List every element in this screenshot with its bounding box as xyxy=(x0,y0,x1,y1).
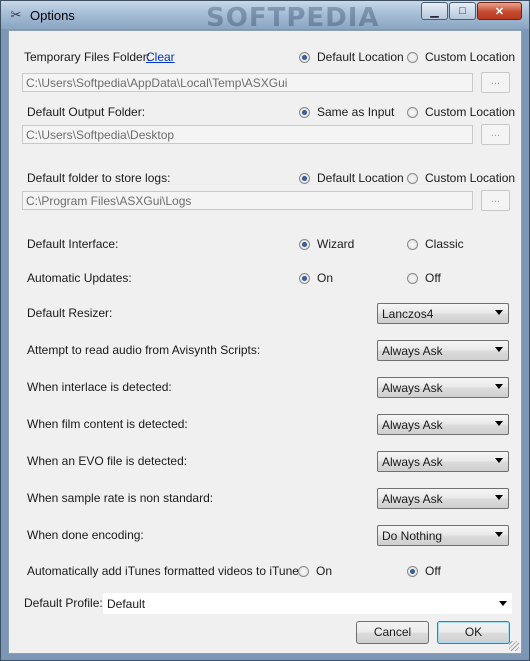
interlace-label: When interlace is detected: xyxy=(27,380,172,394)
film-select[interactable]: Always Ask xyxy=(377,414,509,435)
logs-browse-button[interactable]: ... xyxy=(481,190,510,211)
audio-label: Attempt to read audio from Avisynth Scri… xyxy=(27,343,261,357)
logs-custom-radio[interactable]: Custom Location xyxy=(407,171,515,185)
temp-custom-label: Custom Location xyxy=(425,50,516,64)
minimize-button[interactable]: ▁ xyxy=(421,2,448,20)
itunes-off-radio[interactable]: Off xyxy=(407,564,441,578)
chevron-down-icon xyxy=(495,458,503,463)
itunes-on-radio[interactable]: On xyxy=(298,564,332,578)
app-icon: ✂ xyxy=(10,7,22,22)
output-same-label: Same as Input xyxy=(317,105,395,119)
resizer-value: Lanczos4 xyxy=(382,307,434,321)
interface-wizard-radio[interactable]: Wizard xyxy=(299,237,354,251)
output-same-radio[interactable]: Same as Input xyxy=(299,105,394,119)
chevron-down-icon xyxy=(495,310,503,315)
audio-select[interactable]: Always Ask xyxy=(377,340,509,361)
radio-selected-icon xyxy=(299,51,310,63)
interlace-select[interactable]: Always Ask xyxy=(377,377,509,398)
radio-unselected-icon xyxy=(407,106,418,118)
updates-on-radio[interactable]: On xyxy=(299,271,333,285)
evo-select[interactable]: Always Ask xyxy=(377,451,509,472)
cancel-button[interactable]: Cancel xyxy=(356,621,429,644)
film-value: Always Ask xyxy=(382,418,443,432)
maximize-icon: □ xyxy=(459,5,466,17)
output-browse-button[interactable]: ... xyxy=(481,124,510,145)
chevron-down-icon xyxy=(495,384,503,389)
interface-classic-label: Classic xyxy=(425,237,464,251)
ok-button[interactable]: OK xyxy=(437,621,510,644)
done-value: Do Nothing xyxy=(382,529,443,543)
radio-selected-icon xyxy=(299,238,310,250)
radio-unselected-icon xyxy=(407,272,418,284)
itunes-off-label: Off xyxy=(425,564,441,578)
temp-browse-button[interactable]: ... xyxy=(481,72,510,93)
samplerate-select[interactable]: Always Ask xyxy=(377,488,509,509)
output-path-field[interactable]: C:\Users\Softpedia\Desktop xyxy=(22,125,473,144)
radio-unselected-icon xyxy=(298,565,309,577)
itunes-on-label: On xyxy=(316,564,333,578)
logs-path-field[interactable]: C:\Program Files\ASXGui\Logs xyxy=(22,191,473,210)
interlace-value: Always Ask xyxy=(382,381,443,395)
output-folder-label: Default Output Folder: xyxy=(27,105,146,119)
done-select[interactable]: Do Nothing xyxy=(377,525,509,546)
radio-unselected-icon xyxy=(407,238,418,250)
close-icon: ✕ xyxy=(494,5,505,18)
chevron-down-icon xyxy=(495,495,503,500)
title-bar[interactable]: SOFTPEDIA ✂ Options ▁ □ ✕ xyxy=(1,1,529,33)
temp-default-label: Default Location xyxy=(317,50,404,64)
evo-label: When an EVO file is detected: xyxy=(27,454,188,468)
temp-default-radio[interactable]: Default Location xyxy=(299,50,404,64)
profile-value: Default xyxy=(107,597,146,611)
resizer-label: Default Resizer: xyxy=(27,306,113,320)
radio-unselected-icon xyxy=(407,51,418,63)
maximize-button[interactable]: □ xyxy=(449,2,476,20)
output-custom-label: Custom Location xyxy=(425,105,516,119)
temp-custom-radio[interactable]: Custom Location xyxy=(407,50,515,64)
temp-path-field[interactable]: C:\Users\Softpedia\AppData\Local\Temp\AS… xyxy=(22,73,473,92)
interface-wizard-label: Wizard xyxy=(317,237,355,251)
profile-label: Default Profile: xyxy=(24,596,103,610)
temp-folder-label: Temporary Files Folder: xyxy=(24,50,151,64)
resizer-select[interactable]: Lanczos4 xyxy=(377,303,509,324)
samplerate-value: Always Ask xyxy=(382,492,443,506)
minimize-icon: ▁ xyxy=(430,5,439,18)
resize-grip-icon[interactable] xyxy=(509,641,519,651)
updates-on-label: On xyxy=(317,271,334,285)
output-custom-radio[interactable]: Custom Location xyxy=(407,105,515,119)
chevron-down-icon xyxy=(499,601,507,606)
radio-selected-icon xyxy=(299,172,310,184)
logs-folder-label: Default folder to store logs: xyxy=(27,171,171,185)
radio-selected-icon xyxy=(407,565,418,577)
radio-selected-icon xyxy=(299,106,310,118)
logs-custom-label: Custom Location xyxy=(425,171,516,185)
profile-select[interactable]: Default xyxy=(103,593,512,614)
radio-selected-icon xyxy=(299,272,310,284)
interface-classic-radio[interactable]: Classic xyxy=(407,237,464,251)
window-title: Options xyxy=(30,8,75,23)
clear-temp-link[interactable]: Clear xyxy=(146,50,175,64)
updates-label: Automatic Updates: xyxy=(27,271,132,285)
done-label: When done encoding: xyxy=(27,528,144,542)
logs-default-radio[interactable]: Default Location xyxy=(299,171,404,185)
logs-default-label: Default Location xyxy=(317,171,404,185)
chevron-down-icon xyxy=(495,421,503,426)
watermark: SOFTPEDIA xyxy=(206,3,380,33)
interface-label: Default Interface: xyxy=(27,237,119,251)
updates-off-label: Off xyxy=(425,271,441,285)
itunes-label: Automatically add iTunes formatted video… xyxy=(27,564,309,578)
options-window: SOFTPEDIA ✂ Options ▁ □ ✕ Temporary File… xyxy=(0,0,530,661)
samplerate-label: When sample rate is non standard: xyxy=(27,491,214,505)
chevron-down-icon xyxy=(495,347,503,352)
close-button[interactable]: ✕ xyxy=(477,2,522,20)
updates-off-radio[interactable]: Off xyxy=(407,271,441,285)
audio-value: Always Ask xyxy=(382,344,443,358)
evo-value: Always Ask xyxy=(382,455,443,469)
options-panel: Temporary Files Folder: Clear Default Lo… xyxy=(8,30,522,654)
radio-unselected-icon xyxy=(407,172,418,184)
film-label: When film content is detected: xyxy=(27,417,188,431)
chevron-down-icon xyxy=(495,532,503,537)
